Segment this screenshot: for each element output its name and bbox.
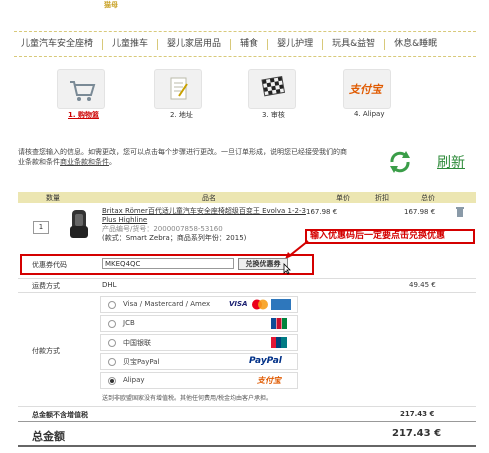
unit-price: 167.98 € — [306, 208, 338, 216]
visa-icon: VISA — [229, 300, 249, 309]
payment-option-card[interactable]: Visa / Mastercard / Amex VISA — [100, 296, 298, 313]
header-total: 总价 — [421, 194, 435, 202]
item-total: 167.98 € — [404, 208, 436, 216]
jcb-icon — [271, 318, 287, 329]
radio-button-selected[interactable] — [108, 377, 116, 385]
payment-option-unionpay[interactable]: 中国银联 — [100, 334, 298, 351]
amex-icon — [271, 299, 291, 310]
terms-link[interactable]: 商业条款和条件 — [60, 158, 109, 166]
divider — [18, 421, 476, 422]
nav-item-strollers[interactable]: 儿童推车 — [102, 38, 157, 50]
category-nav: 儿童汽车安全座椅 儿童推车 婴儿家居用品 辅食 婴儿护理 玩具&益智 休息&睡眠 — [14, 31, 476, 57]
nav-item-sleep[interactable]: 休息&睡眠 — [384, 38, 446, 50]
nav-item-car-seats[interactable]: 儿童汽车安全座椅 — [14, 39, 102, 50]
alipay-logo-icon: 支付宝 — [257, 376, 281, 385]
step-address-label[interactable]: 2. 地址 — [170, 110, 193, 120]
tax-note: 送到非欧盟国家没有增值税。其他任何费用/税金均由客户承担。 — [102, 395, 273, 402]
coupon-annotation: 输入优惠码后一定要点击兑换优惠 — [305, 229, 475, 244]
nav-item-baby-home[interactable]: 婴儿家居用品 — [157, 38, 230, 50]
header-discount: 折扣 — [375, 194, 389, 202]
payment-option-alipay[interactable]: Alipay 支付宝 — [100, 372, 298, 389]
product-name-link[interactable]: Britax Römer百代适儿童汽车安全座椅超级百变王 Evolva 1-2-… — [102, 207, 306, 224]
net-total-label: 总金额不含增值税 — [32, 411, 88, 419]
cursor-icon — [283, 263, 291, 275]
divider — [18, 278, 476, 279]
unionpay-icon — [271, 337, 287, 348]
step-alipay[interactable]: 支付宝 — [343, 69, 391, 109]
product-thumbnail[interactable] — [68, 208, 90, 242]
header-unit-price: 单价 — [336, 194, 350, 202]
trash-icon[interactable] — [455, 206, 465, 218]
step-cart-label[interactable]: 1. 购物篮 — [68, 110, 99, 120]
header-product: 品名 — [202, 194, 216, 202]
coupon-label: 优惠券代码 — [32, 261, 67, 269]
nav-item-baby-care[interactable]: 婴儿护理 — [267, 38, 322, 50]
step-review[interactable] — [248, 69, 296, 109]
net-total-value: 217.43 € — [400, 410, 435, 418]
payment-label: 付款方式 — [32, 347, 60, 355]
paypal-icon: PayPal — [249, 356, 282, 366]
nav-item-toys[interactable]: 玩具&益智 — [322, 38, 384, 50]
radio-button[interactable] — [108, 358, 116, 366]
refresh-link[interactable]: 刷新 — [437, 152, 465, 172]
radio-button[interactable] — [108, 339, 116, 347]
notepad-icon — [170, 77, 188, 100]
coupon-input[interactable]: MKEQ4QC — [102, 258, 234, 269]
payment-option-paypal[interactable]: 贝宝PayPal PayPal — [100, 353, 298, 370]
step-cart[interactable] — [57, 69, 105, 109]
shipping-label: 运费方式 — [32, 282, 60, 290]
checkered-flag-icon — [261, 75, 286, 97]
quantity-input[interactable]: 1 — [33, 221, 49, 234]
product-style: (款式：Smart Zebra；商品系列年份：2015) — [102, 234, 247, 242]
radio-button[interactable] — [108, 320, 116, 328]
header-qty: 数量 — [46, 194, 60, 202]
divider — [18, 445, 476, 447]
divider — [18, 292, 476, 293]
shipping-method: DHL — [102, 281, 117, 289]
radio-button[interactable] — [108, 301, 116, 309]
product-code: 产品编号/货号：2000007858-53160 — [102, 225, 223, 233]
svg-text:支付宝: 支付宝 — [348, 83, 384, 96]
step-review-label[interactable]: 3. 审核 — [262, 110, 285, 120]
payment-option-jcb[interactable]: JCB — [100, 315, 298, 332]
shipping-price: 49.45 € — [409, 281, 436, 289]
cart-table-header: 数量 品名 单价 折扣 总价 — [18, 192, 476, 203]
divider — [18, 406, 476, 407]
site-logo[interactable]: 猫母 — [104, 0, 142, 9]
alipay-icon: 支付宝 — [348, 83, 384, 96]
step-address[interactable] — [154, 69, 202, 109]
mastercard-icon — [252, 299, 268, 310]
refresh-icon[interactable] — [386, 148, 414, 176]
gross-total-value: 217.43 € — [392, 428, 442, 439]
checkout-description: 请核查您输入的信息。如需更改，您可以点击每个步骤进行更改。一旦订单形成，说明您已… — [18, 148, 347, 166]
cart-icon — [70, 81, 96, 101]
redeem-coupon-button[interactable]: 兑换优惠券 — [238, 258, 288, 270]
gross-total-label: 总金额 — [32, 430, 65, 443]
nav-item-food[interactable]: 辅食 — [230, 38, 267, 50]
step-alipay-label[interactable]: 4. Alipay — [354, 110, 384, 118]
product-info: Britax Römer百代适儿童汽车安全座椅超级百变王 Evolva 1-2-… — [102, 207, 307, 243]
